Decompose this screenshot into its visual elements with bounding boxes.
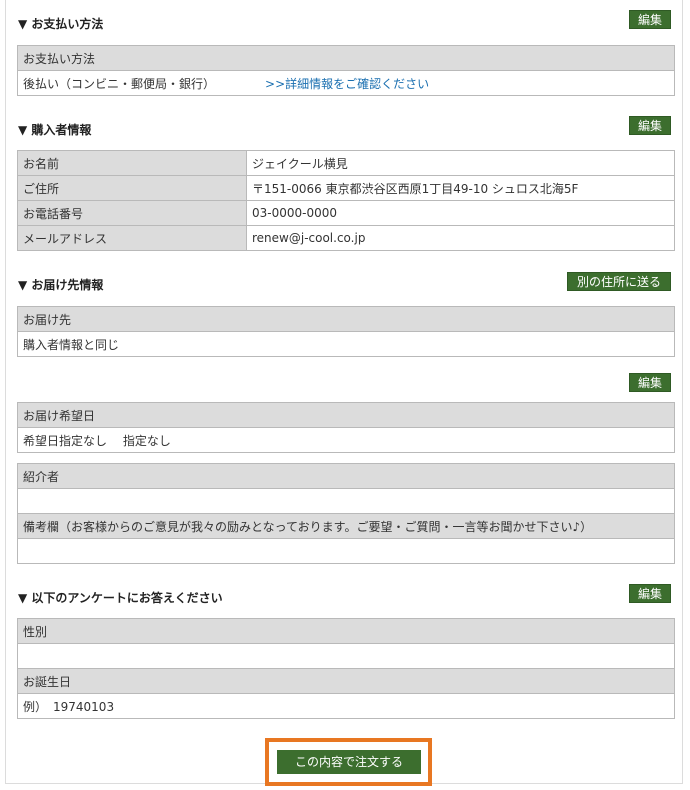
buyer-email-label: メールアドレス <box>17 225 247 251</box>
buyer-edit-button[interactable]: 編集 <box>629 116 671 135</box>
table-row: メールアドレス renew@j-cool.co.jp <box>17 225 675 251</box>
survey-edit-button[interactable]: 編集 <box>629 584 671 603</box>
delivery-date-edit-button[interactable]: 編集 <box>629 373 671 392</box>
gender-header: 性別 <box>17 618 675 644</box>
table-row: お名前 ジェイクール横見 <box>17 150 675 176</box>
place-order-button[interactable]: この内容で注文する <box>277 750 421 774</box>
delivery-value: 購入者情報と同じ <box>17 331 675 357</box>
buyer-address-label: ご住所 <box>17 175 247 201</box>
delivery-section-title: ▼ お届け先情報 <box>18 278 104 292</box>
referrer-value <box>17 488 675 514</box>
birthday-value: 例） 19740103 <box>17 693 675 719</box>
buyer-name-value: ジェイクール横見 <box>246 150 675 176</box>
delivery-header: お届け先 <box>17 306 675 332</box>
buyer-phone-value: 03-0000-0000 <box>246 200 675 226</box>
payment-header: お支払い方法 <box>17 45 675 71</box>
payment-section-title: ▼ お支払い方法 <box>18 17 104 31</box>
order-button-highlight: この内容で注文する <box>265 738 432 786</box>
buyer-section-title: ▼ 購入者情報 <box>18 123 92 137</box>
buyer-email-value: renew@j-cool.co.jp <box>246 225 675 251</box>
payment-edit-button[interactable]: 編集 <box>629 10 671 29</box>
payment-method-value: 後払い（コンビニ・郵便局・銀行） <box>23 76 216 91</box>
delivery-date-table: お届け希望日 希望日指定なし 指定なし <box>17 402 675 453</box>
delivery-table: お届け先 購入者情報と同じ <box>17 306 675 357</box>
table-row: お電話番号 03-0000-0000 <box>17 200 675 226</box>
payment-table: お支払い方法 後払い（コンビニ・郵便局・銀行） >>詳細情報をご確認ください <box>17 45 675 96</box>
other-address-button[interactable]: 別の住所に送る <box>567 272 671 291</box>
notes-header: 備考欄（お客様からのご意見が我々の励みとなっております。ご要望・ご質問・一言等お… <box>17 513 675 539</box>
payment-value-cell: 後払い（コンビニ・郵便局・銀行） >>詳細情報をご確認ください <box>17 70 675 96</box>
delivery-date-value: 希望日指定なし 指定なし <box>17 427 675 453</box>
buyer-address-value: 〒151-0066 東京都渋谷区西原1丁目49-10 シュロス北海5F <box>246 175 675 201</box>
buyer-table: お名前 ジェイクール横見 ご住所 〒151-0066 東京都渋谷区西原1丁目49… <box>17 150 675 251</box>
buyer-phone-label: お電話番号 <box>17 200 247 226</box>
referrer-header: 紹介者 <box>17 463 675 489</box>
table-row: ご住所 〒151-0066 東京都渋谷区西原1丁目49-10 シュロス北海5F <box>17 175 675 201</box>
delivery-date-header: お届け希望日 <box>17 402 675 428</box>
payment-details-link[interactable]: >>詳細情報をご確認ください <box>265 77 429 91</box>
gender-value <box>17 643 675 669</box>
birthday-header: お誕生日 <box>17 668 675 694</box>
survey-table: 性別 お誕生日 例） 19740103 <box>17 618 675 719</box>
referrer-notes-table: 紹介者 備考欄（お客様からのご意見が我々の励みとなっております。ご要望・ご質問・… <box>17 463 675 564</box>
buyer-name-label: お名前 <box>17 150 247 176</box>
notes-value <box>17 538 675 564</box>
survey-section-title: ▼ 以下のアンケートにお答えください <box>18 591 223 605</box>
